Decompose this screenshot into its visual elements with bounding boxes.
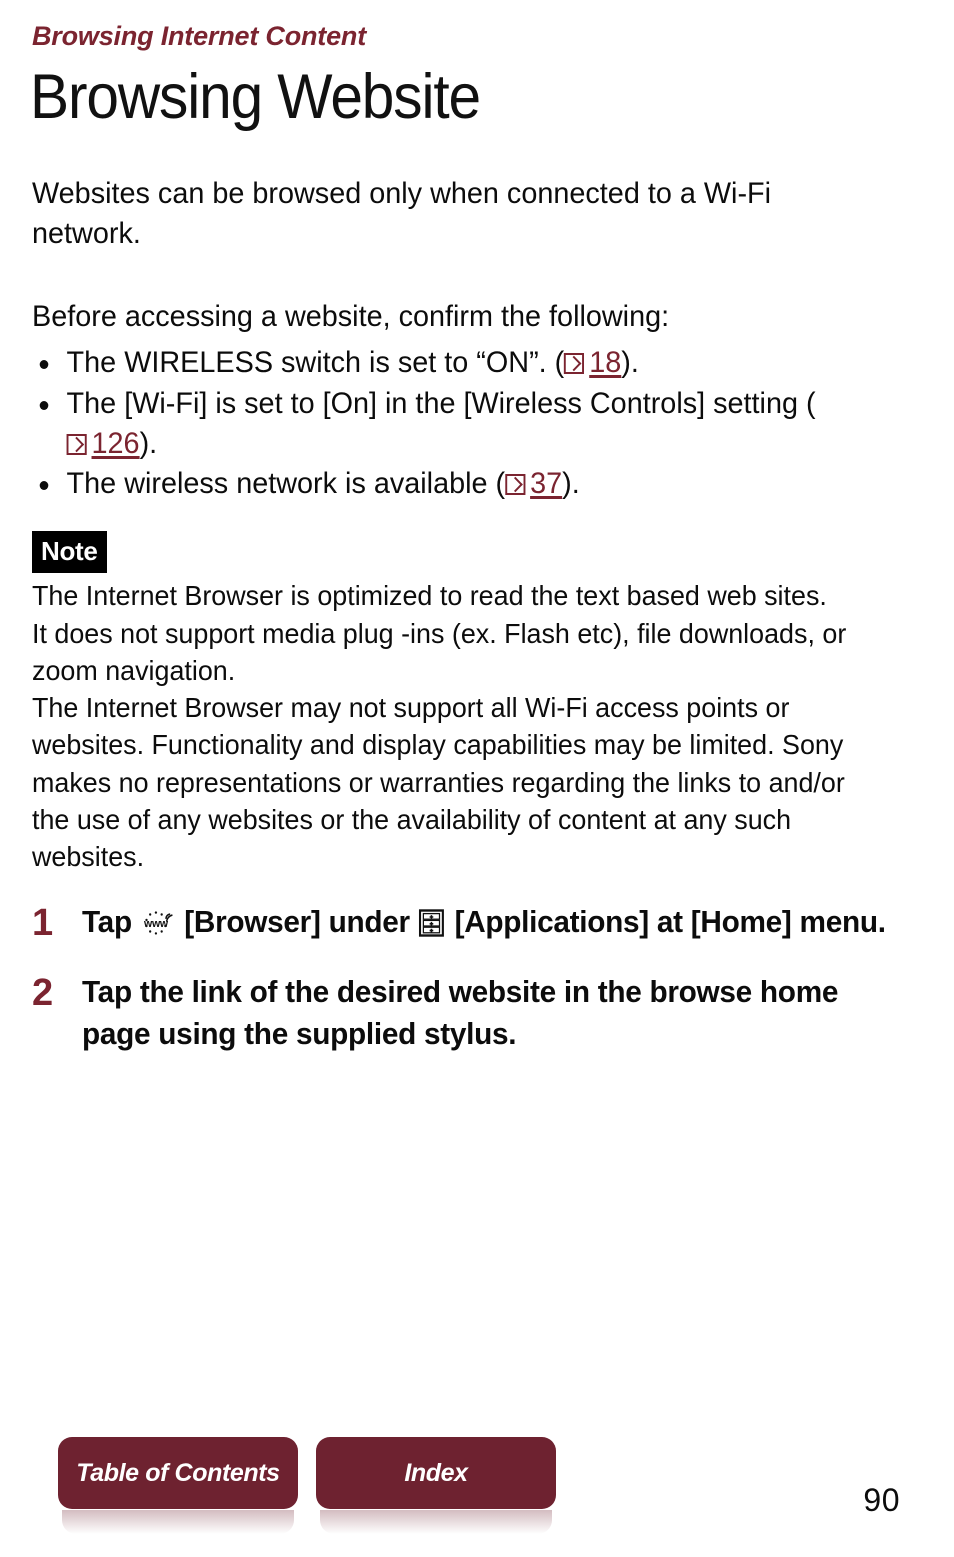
bullet-text-tail: ). [139, 426, 158, 460]
step-number: 2 [32, 972, 54, 1015]
chapter-label: Browsing Internet Content [32, 21, 366, 51]
note-line-3: The Internet Browser may not support all… [32, 692, 845, 872]
page-reference-number: 126 [91, 426, 140, 460]
step-item: 1 Tap www [Browser] under [Applications]… [30, 901, 924, 945]
bullet-text-tail: ). [562, 467, 580, 501]
note-line-2: It does not support media plug -ins (ex.… [32, 617, 847, 686]
note-badge: Note [32, 531, 107, 574]
bullet-text: The [Wi-Fi] is set to [On] in the [Wirel… [66, 386, 816, 420]
footer-nav: Table of Contents Index 90 [30, 1427, 924, 1534]
bullet-text: The WIRELESS switch is set to “ON”. ( [66, 345, 565, 379]
www-browser-icon: www [142, 906, 175, 935]
note-section: Note The Internet Browser is optimized t… [30, 505, 924, 875]
step-text: Tap www [Browser] under [Applications] a… [82, 901, 888, 942]
step-item: 2 Tap the link of the desired website in… [30, 971, 924, 1053]
step-text-part-2: [Browser] under [176, 904, 418, 940]
page-reference-number: 18 [589, 345, 622, 379]
index-button[interactable]: Index [316, 1437, 556, 1534]
table-of-contents-button[interactable]: Table of Contents [58, 1437, 298, 1534]
svg-text:www: www [143, 918, 169, 930]
intro-paragraph-2: Before accessing a website, confirm the … [32, 300, 670, 334]
list-item: The WIRELESS switch is set to “ON”. ( 18)… [32, 343, 888, 383]
step-text-part-3: [Applications] at [Home] menu. [446, 904, 886, 940]
prerequisite-list: The WIRELESS switch is set to “ON”. ( 18)… [32, 343, 924, 505]
intro-section: Websites can be browsed only when connec… [30, 174, 924, 337]
page-reference-link[interactable]: 18 [564, 346, 621, 379]
page-reference-link[interactable]: 37 [505, 467, 562, 500]
page-reference-icon [505, 474, 526, 496]
list-item: The wireless network is available ( 37). [32, 464, 888, 504]
applications-list-icon [418, 906, 444, 937]
note-line-1: The Internet Browser is optimized to rea… [32, 580, 827, 612]
page-reference-link[interactable]: 126 [66, 426, 140, 460]
step-text-part-1: Tap [82, 904, 140, 940]
page-reference-icon [564, 352, 585, 374]
list-item: The [Wi-Fi] is set to [On] in the [Wirel… [32, 384, 888, 464]
page-title: Browsing Website [30, 61, 481, 132]
document-page: Browsing Internet Content Browsing Websi… [0, 0, 954, 1557]
bullet-text-tail: ). [621, 345, 639, 379]
step-number: 1 [32, 902, 54, 945]
page-number: 90 [863, 1482, 900, 1518]
bullet-text: The wireless network is available ( [66, 467, 506, 501]
intro-paragraph-1: Websites can be browsed only when connec… [32, 177, 772, 250]
page-reference-number: 37 [530, 467, 563, 501]
step-text: Tap the link of the desired website in t… [82, 974, 839, 1051]
page-reference-icon [66, 433, 87, 455]
steps-section: 1 Tap www [Browser] under [Applications]… [30, 901, 924, 1054]
